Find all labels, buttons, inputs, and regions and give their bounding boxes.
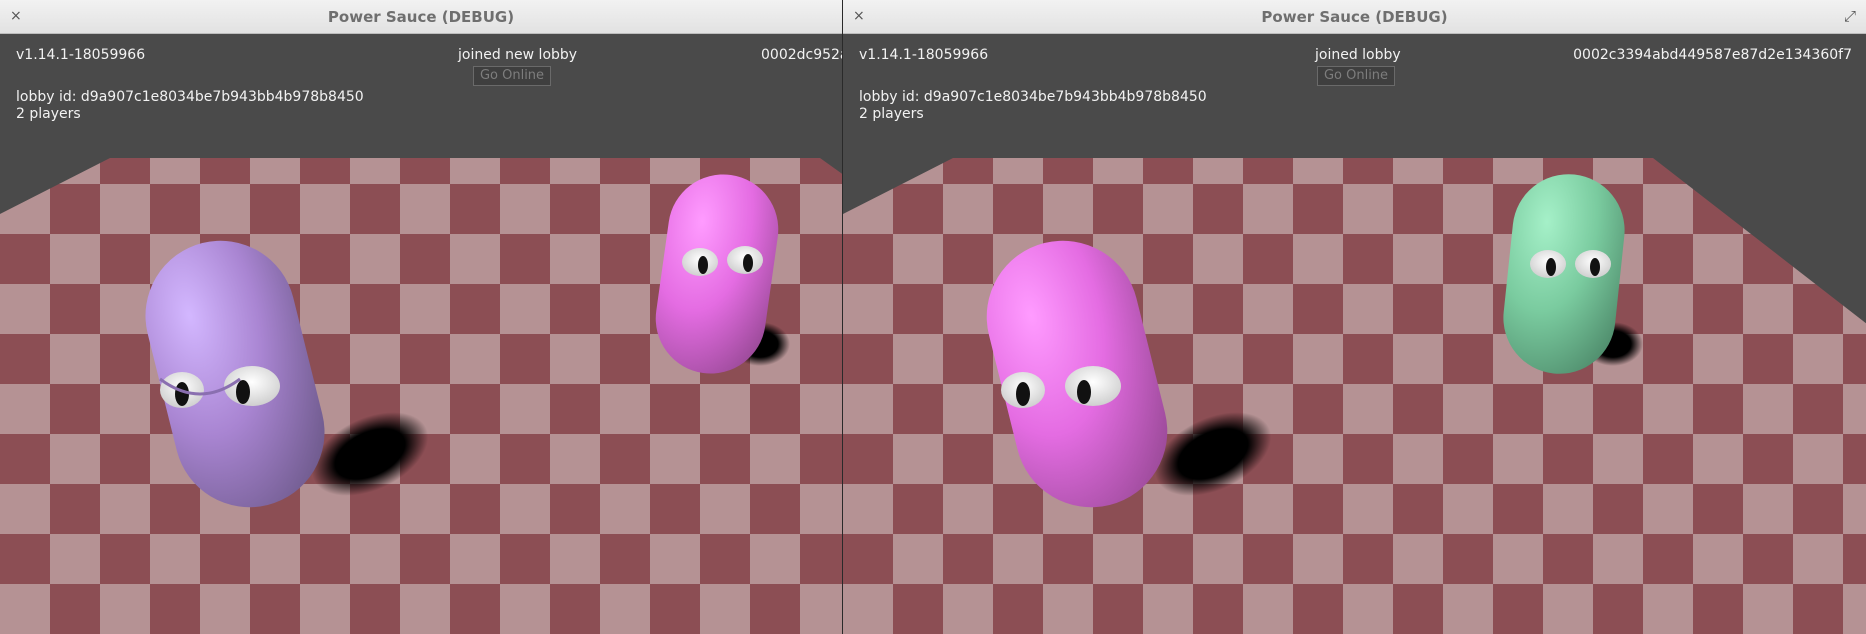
version-label: v1.14.1-18059966 <box>16 47 146 63</box>
checkered-floor <box>843 158 1866 634</box>
lobby-status: joined new lobby <box>458 47 578 63</box>
player-count: 2 players <box>859 106 924 122</box>
game-window-left: × Power Sauce (DEBUG) v1.14.1-18059966 j… <box>0 0 842 634</box>
user-id: 0002c3394abd449587e87d2e134360f7 <box>1573 47 1852 63</box>
window-title: Power Sauce (DEBUG) <box>1261 8 1448 26</box>
lobby-status: joined lobby <box>1315 47 1401 63</box>
lobby-id: lobby id: d9a907c1e8034be7b943bb4b978b84… <box>859 89 1207 105</box>
go-online-button[interactable]: Go Online <box>1317 66 1395 86</box>
game-viewport[interactable] <box>0 34 842 634</box>
version-label: v1.14.1-18059966 <box>859 47 989 63</box>
user-id: 0002dc952a4 <box>761 47 842 63</box>
window-title: Power Sauce (DEBUG) <box>327 8 515 26</box>
go-online-button[interactable]: Go Online <box>473 66 551 86</box>
game-window-right: × Power Sauce (DEBUG) ⤢ v1.14.1-18059966… <box>842 0 1866 634</box>
game-viewport[interactable] <box>843 34 1866 634</box>
title-bar[interactable]: × Power Sauce (DEBUG) <box>0 0 842 34</box>
expand-arrows-icon[interactable]: ⤢ <box>1844 7 1856 25</box>
lobby-id: lobby id: d9a907c1e8034be7b943bb4b978b84… <box>16 89 364 105</box>
title-bar[interactable]: × Power Sauce (DEBUG) ⤢ <box>843 0 1866 34</box>
player-count: 2 players <box>16 106 81 122</box>
